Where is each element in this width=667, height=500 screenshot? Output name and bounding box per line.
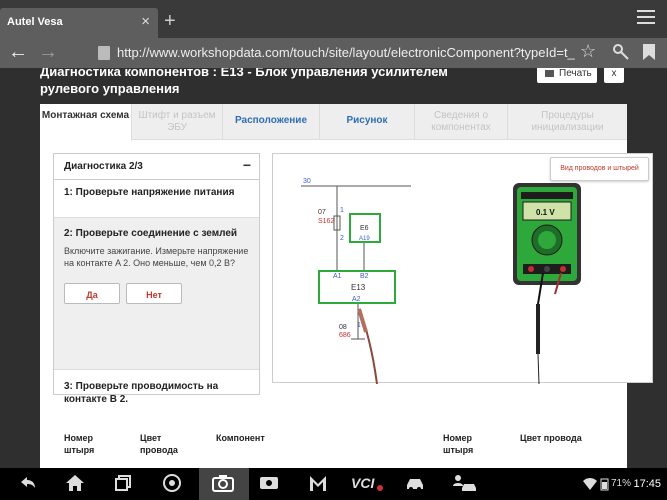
collapse-button[interactable]: − <box>243 157 251 173</box>
e6-pin: A19 <box>359 236 370 242</box>
multimeter: 0.1 V <box>513 183 581 285</box>
page-content: Диагностика компонентов : E13 - Блок упр… <box>0 68 667 468</box>
black-probe <box>536 304 540 354</box>
a1-label: A1 <box>333 273 342 280</box>
home-icon[interactable] <box>64 473 86 493</box>
print-label: Печать <box>559 68 592 79</box>
tab-component-info[interactable]: Сведения о компонентах <box>415 104 508 140</box>
col-wire-color: Цвет провода <box>140 433 178 455</box>
wire-08-label: 08 <box>339 324 347 331</box>
content-tabs: Монтажная схема Штифт и разъем ЭБУ Распо… <box>40 104 627 141</box>
system-nav-bar: VCI 71% 17:45 <box>0 468 667 500</box>
tab-location[interactable]: Расположение <box>223 104 320 140</box>
bus-label: 30 <box>303 178 311 185</box>
browser-tab[interactable]: Autel Vesa × <box>0 8 158 38</box>
svg-text:VCI: VCI <box>351 475 375 491</box>
tab-wiring-diagram[interactable]: Монтажная схема <box>40 104 132 141</box>
col-wire-color-2: Цвет провода <box>520 433 582 443</box>
yes-button[interactable]: Да <box>64 283 120 304</box>
step-2-title: 2: Проверьте соединение с землей <box>64 228 238 239</box>
close-button[interactable]: x <box>604 68 624 83</box>
wire-07-label: 07 <box>318 209 326 216</box>
menu-icon[interactable] <box>637 10 655 26</box>
pin-1-label: 1 <box>340 207 344 214</box>
content-panel: Монтажная схема Штифт и разъем ЭБУ Распо… <box>40 104 653 468</box>
printer-icon <box>545 70 554 77</box>
wire-08-color: 686 <box>339 332 351 339</box>
close-tab-icon[interactable]: × <box>141 13 150 30</box>
browser-tab-title: Autel Vesa <box>7 16 63 28</box>
step-3[interactable]: 3: Проверьте проводимость на контакте B … <box>54 370 259 406</box>
new-tab-icon[interactable]: + <box>164 10 176 33</box>
meter-reading: 0.1 V <box>536 208 555 217</box>
page-title: Диагностика компонентов : E13 - Блок упр… <box>40 68 448 96</box>
star-icon[interactable]: ☆ <box>580 41 596 62</box>
step-1[interactable]: 1: Проверьте напряжение питания <box>54 180 259 218</box>
print-button[interactable]: Печать <box>537 68 597 83</box>
no-button[interactable]: Нет <box>126 283 182 304</box>
camera-icon[interactable] <box>211 473 235 493</box>
battery-icon <box>600 478 609 491</box>
wiring-diagram-svg: 30 07 S162 1 2 E6 A19 A1 B2 E13 A2 1 08 … <box>301 178 581 384</box>
m-app-icon[interactable] <box>308 473 328 493</box>
chrome-icon[interactable] <box>162 473 182 493</box>
bookmark-icon[interactable] <box>642 43 656 61</box>
browser-tab-strip: Autel Vesa × + <box>0 0 667 38</box>
col-pin-number-2: Номер штыря <box>443 433 474 455</box>
wiring-diagram: 30 07 S162 1 2 E6 A19 A1 B2 E13 A2 1 08 … <box>272 153 653 384</box>
wires-pins-view-button[interactable]: Вид проводов и штырей <box>550 157 649 181</box>
tab-init-procedures[interactable]: Процедуры инициализации <box>508 104 627 140</box>
a2-label: A2 <box>352 296 361 303</box>
pin-1b-label: 1 <box>357 322 361 329</box>
col-component: Компонент <box>216 433 265 443</box>
url-field[interactable]: http://www.workshopdata.com/touch/site/l… <box>117 45 577 60</box>
step-2: 2: Проверьте соединение с землей Включит… <box>54 218 259 370</box>
step-2-description: Включите зажигание. Измерьте напряжение … <box>64 246 249 268</box>
diagnostic-steps: Диагностика 2/3 − 1: Проверьте напряжени… <box>53 153 260 405</box>
vci-icon[interactable]: VCI <box>350 473 384 493</box>
e6-label: E6 <box>360 225 369 232</box>
battery-percent: 71% <box>611 478 632 489</box>
key-icon[interactable] <box>612 43 630 61</box>
page-icon <box>98 46 110 60</box>
tab-picture[interactable]: Рисунок <box>320 104 415 140</box>
forward-arrow-icon[interactable]: → <box>38 41 58 64</box>
recent-apps-icon[interactable] <box>113 473 133 493</box>
b2-label: B2 <box>360 273 369 280</box>
e13-label: E13 <box>351 283 366 292</box>
tab-pin-connector[interactable]: Штифт и разъем ЭБУ <box>132 104 223 140</box>
back-icon[interactable] <box>18 473 38 493</box>
wifi-icon <box>583 478 597 490</box>
wire-07-color: S162 <box>318 218 334 225</box>
clock: 17:45 <box>633 478 661 490</box>
car-icon[interactable] <box>404 473 426 493</box>
screen-record-icon[interactable] <box>258 473 280 493</box>
answer-buttons: Да Нет <box>64 283 249 305</box>
col-pin-number: Номер штыря <box>64 433 95 455</box>
steps-header: Диагностика 2/3 − <box>54 154 259 180</box>
address-bar: ← → http://www.workshopdata.com/touch/si… <box>0 38 667 68</box>
steps-title: Диагностика 2/3 <box>64 161 143 172</box>
pin-2-label: 2 <box>340 235 344 242</box>
user-car-icon[interactable] <box>450 473 478 493</box>
back-arrow-icon[interactable]: ← <box>8 41 28 64</box>
